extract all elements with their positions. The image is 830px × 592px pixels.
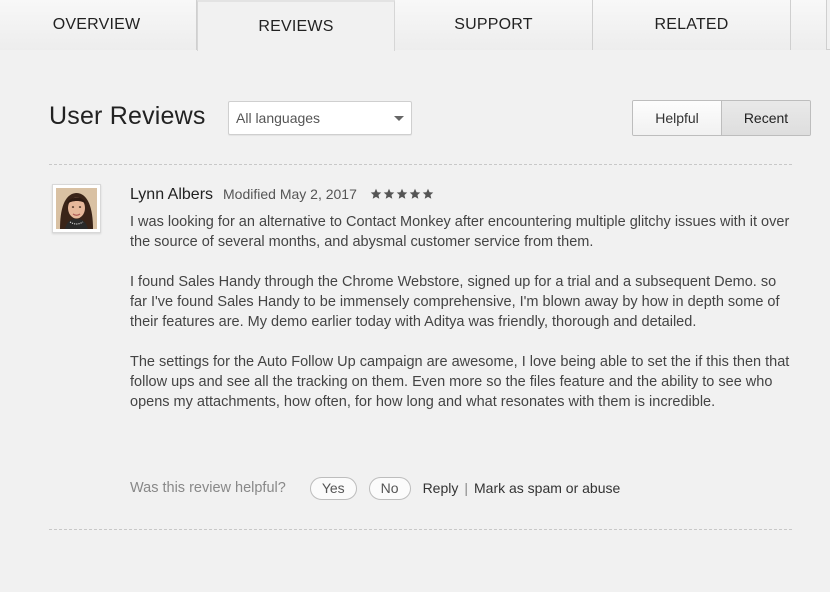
sort-recent-button[interactable]: Recent bbox=[722, 101, 810, 135]
tab-overview[interactable]: OVERVIEW bbox=[0, 0, 197, 50]
star-icon bbox=[409, 188, 421, 200]
star-icon bbox=[396, 188, 408, 200]
report-spam-link[interactable]: Mark as spam or abuse bbox=[474, 480, 620, 496]
helpful-no-button[interactable]: No bbox=[368, 476, 411, 500]
tab-reviews[interactable]: REVIEWS bbox=[197, 0, 395, 51]
reply-link[interactable]: Reply bbox=[423, 480, 459, 496]
review-actions: Was this review helpful? Yes No Reply | … bbox=[130, 476, 620, 500]
review-body: I was looking for an alternative to Cont… bbox=[130, 212, 790, 432]
rating-stars bbox=[370, 188, 434, 200]
action-separator: | bbox=[464, 480, 468, 496]
review-paragraph: I found Sales Handy through the Chrome W… bbox=[130, 274, 780, 330]
tab-support[interactable]: SUPPORT bbox=[395, 0, 593, 50]
star-icon bbox=[370, 188, 382, 200]
review-author[interactable]: Lynn Albers bbox=[130, 186, 213, 204]
star-icon bbox=[422, 188, 434, 200]
page-title: User Reviews bbox=[49, 102, 206, 130]
avatar-photo bbox=[56, 188, 97, 229]
divider-bottom bbox=[49, 529, 792, 530]
review-date: Modified May 2, 2017 bbox=[223, 186, 357, 202]
chevron-down-icon bbox=[394, 116, 404, 121]
sort-toggle: Helpful Recent bbox=[632, 100, 811, 136]
avatar bbox=[52, 184, 101, 233]
tab-bar: OVERVIEW REVIEWS SUPPORT RELATED bbox=[0, 0, 830, 51]
sort-helpful-button[interactable]: Helpful bbox=[633, 101, 722, 135]
divider-top bbox=[49, 164, 792, 165]
language-select-value: All languages bbox=[236, 110, 321, 126]
helpful-yes-button[interactable]: Yes bbox=[309, 476, 357, 500]
review-paragraph: The settings for the Auto Follow Up camp… bbox=[130, 354, 790, 410]
tab-overflow bbox=[791, 0, 827, 50]
language-select[interactable]: All languages bbox=[228, 101, 412, 135]
star-icon bbox=[383, 188, 395, 200]
helpful-question: Was this review helpful? bbox=[130, 480, 286, 496]
review-header: Lynn Albers Modified May 2, 2017 bbox=[130, 186, 434, 204]
tab-related[interactable]: RELATED bbox=[593, 0, 791, 50]
review-paragraph: I was looking for an alternative to Cont… bbox=[130, 214, 790, 250]
